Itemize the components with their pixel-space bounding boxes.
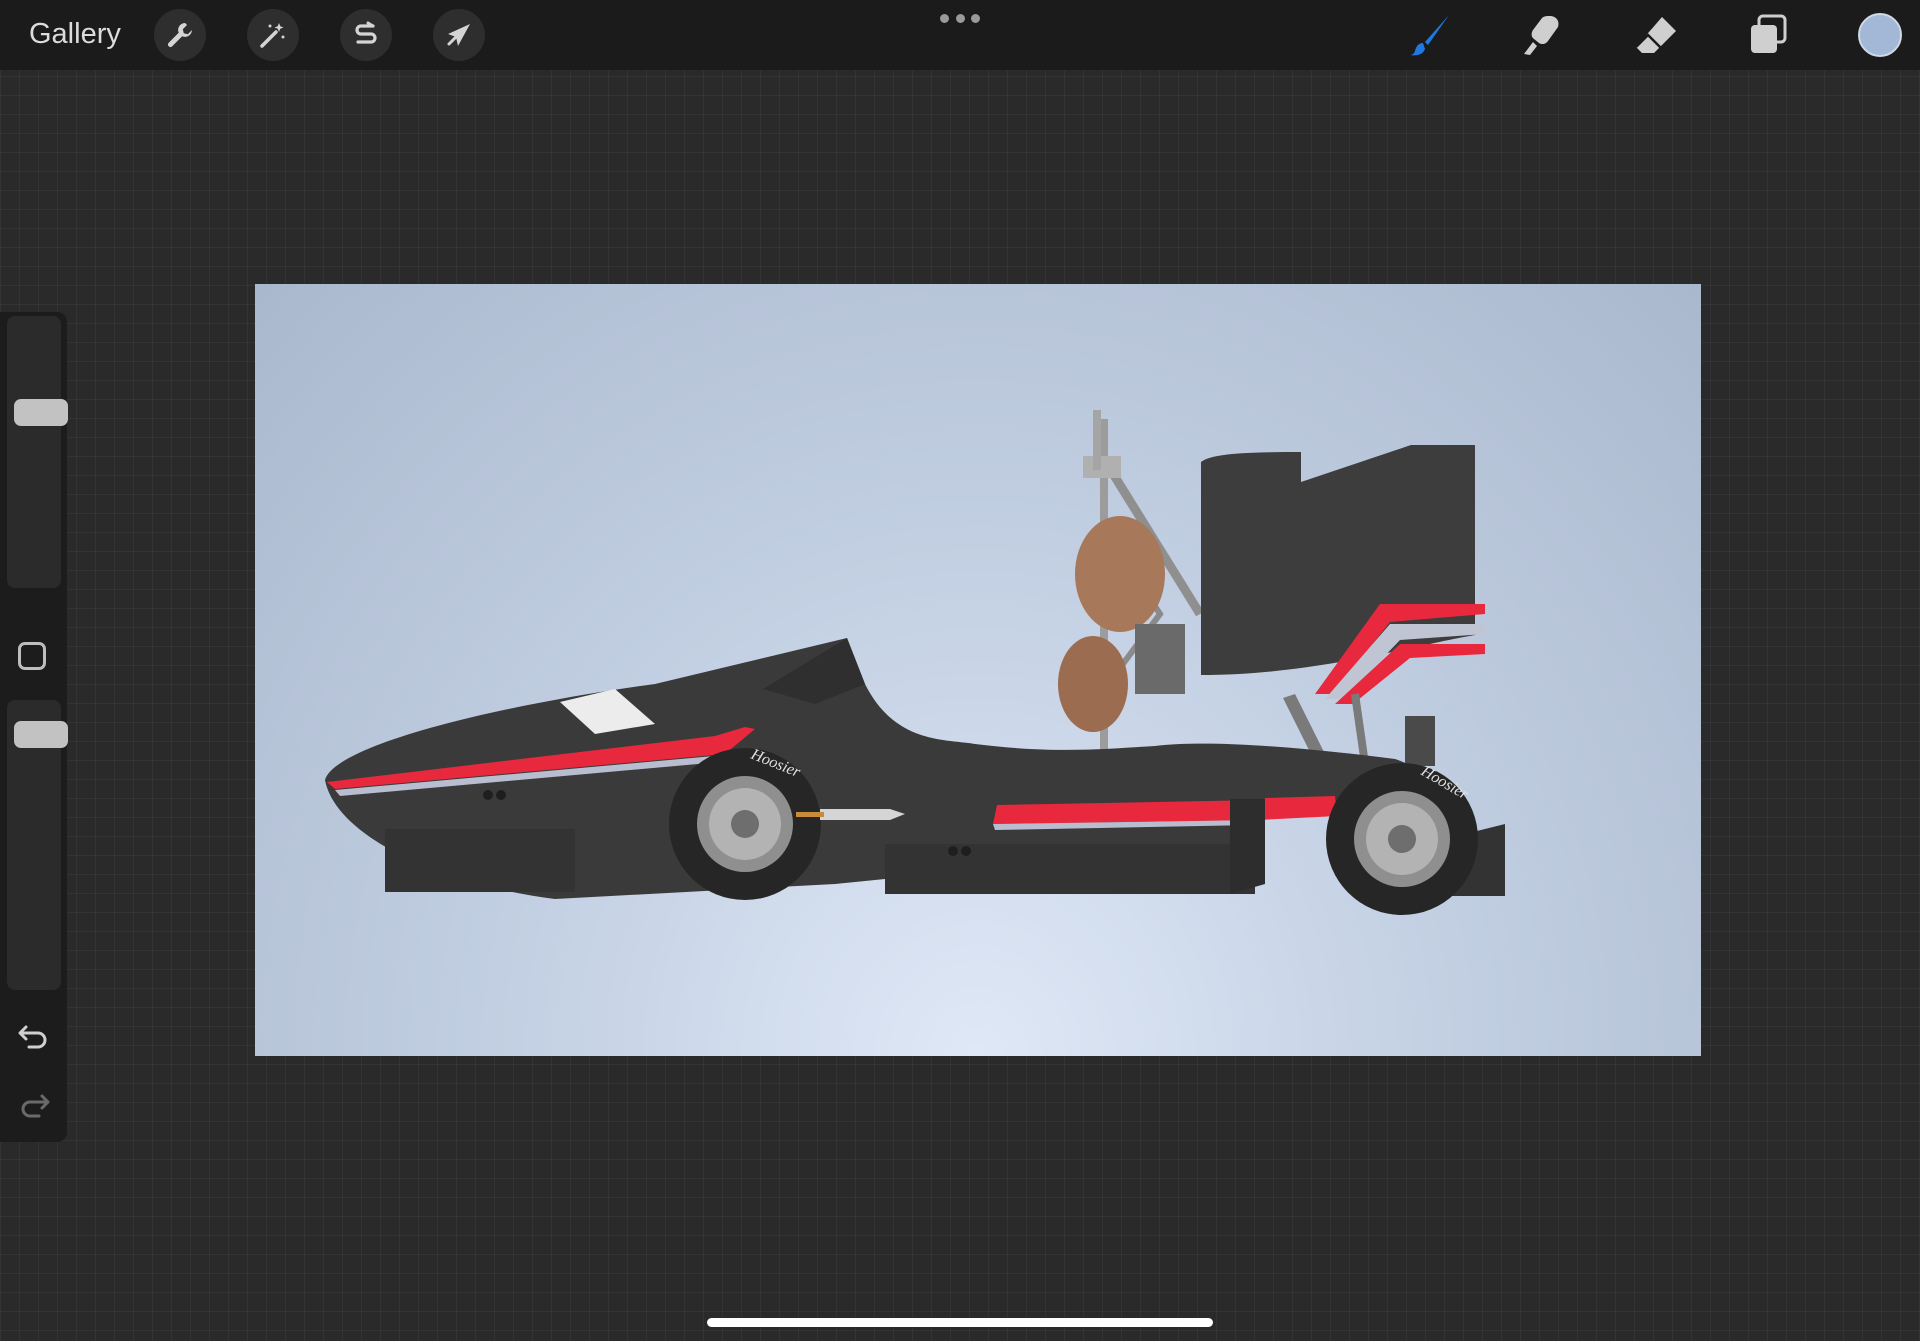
driver-body [1058, 636, 1128, 732]
smudge-icon [1524, 16, 1559, 55]
driver-helmet [1075, 516, 1165, 632]
brush-tool-button[interactable] [1406, 10, 1456, 60]
smudge-tool-button[interactable] [1518, 10, 1568, 60]
brush-size-thumb[interactable] [14, 399, 68, 426]
sidebar [0, 312, 68, 1142]
transform-button[interactable] [433, 9, 485, 61]
selection-s-icon [355, 21, 377, 44]
brush-opacity-thumb[interactable] [14, 721, 68, 748]
ellipsis-icon[interactable] [940, 14, 980, 24]
actions-button[interactable] [154, 9, 206, 61]
eraser-icon [1635, 17, 1676, 53]
layers-button[interactable] [1743, 10, 1793, 60]
selection-button[interactable] [340, 9, 392, 61]
color-picker-swatch[interactable] [1858, 13, 1902, 57]
rear-wing [1201, 445, 1475, 675]
brush-size-slider[interactable] [7, 316, 68, 588]
brush-opacity-slider[interactable] [7, 700, 68, 990]
redo-icon[interactable] [17, 1088, 51, 1122]
home-indicator [707, 1318, 1213, 1327]
adjustments-button[interactable] [247, 9, 299, 61]
gallery-button[interactable]: Gallery [29, 16, 121, 52]
race-car-artwork: Hoosier Hoosier [325, 410, 1505, 915]
wrench-icon [168, 23, 192, 47]
modify-button[interactable] [18, 642, 46, 670]
brush-icon [1410, 15, 1449, 56]
undo-icon[interactable] [17, 1019, 51, 1053]
layers-icon [1751, 14, 1787, 53]
magic-wand-icon [260, 23, 285, 48]
eraser-tool-button[interactable] [1631, 10, 1681, 60]
drawing-canvas[interactable]: Hoosier Hoosier [255, 284, 1701, 1056]
top-toolbar: Gallery [0, 0, 1920, 70]
arrow-cursor-icon [447, 24, 470, 46]
